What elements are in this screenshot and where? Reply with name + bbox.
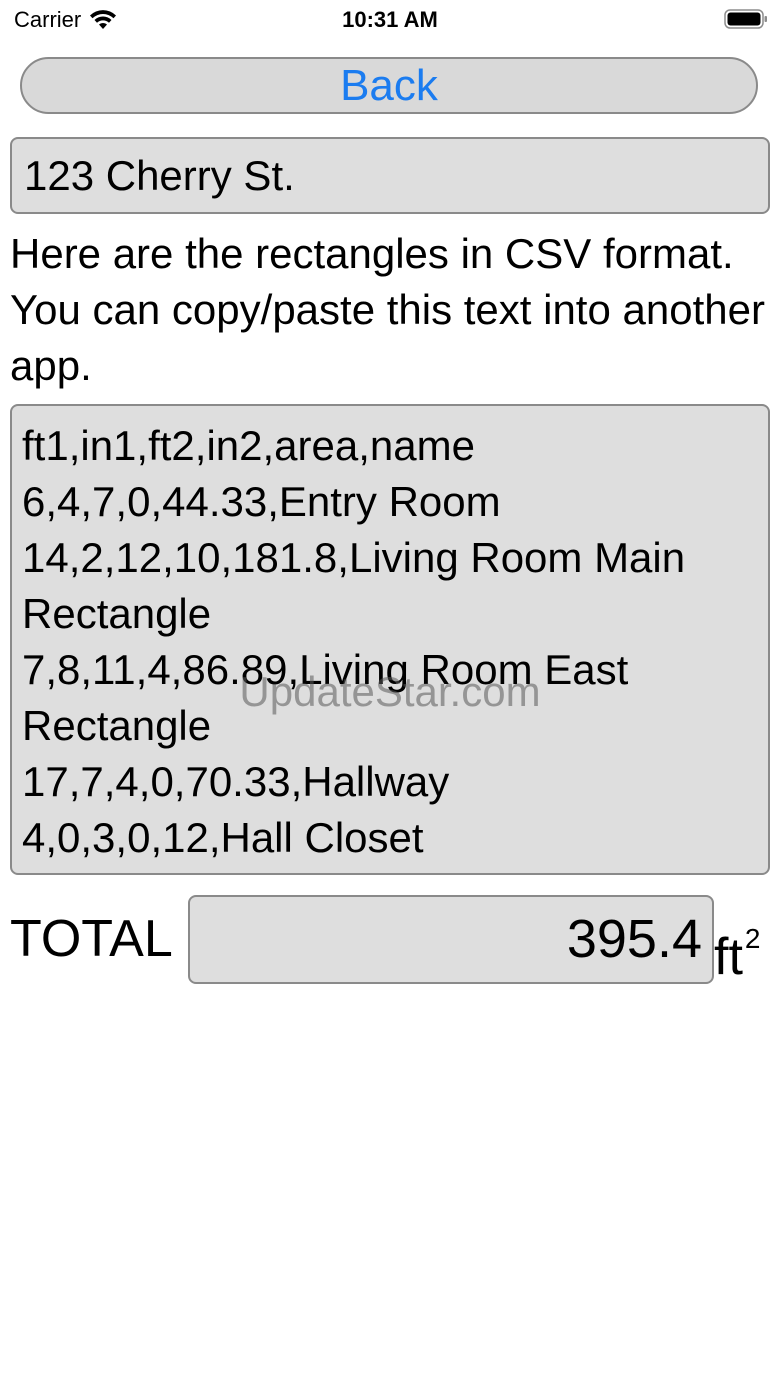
address-field[interactable]: 123 Cherry St. [10,137,770,214]
csv-line: 14,2,12,10,181.8,Living Room Main Rectan… [22,534,686,637]
status-time: 10:31 AM [342,7,438,32]
total-label: TOTAL [10,910,173,968]
battery-icon [724,9,767,29]
unit-label: ft [714,928,743,986]
csv-text-area[interactable]: ft1,in1,ft2,in2,area,name 6,4,7,0,44.33,… [10,404,770,875]
total-value-field[interactable]: 395.4 [188,895,714,984]
instructions-text: Here are the rectangles in CSV format. Y… [10,230,765,389]
status-bar: Carrier 10:31 AM [0,0,780,40]
csv-line: 17,7,4,0,70.33,Hallway [22,758,450,805]
csv-line: 4,0,3,0,12,Hall Closet [22,814,424,861]
back-button[interactable]: Back [20,57,758,114]
csv-line: 7,8,11,4,86.89,Living Room East Rectangl… [22,646,629,749]
csv-line: ft1,in1,ft2,in2,area,name [22,422,475,469]
csv-line: 6,4,7,0,44.33,Entry Room [22,478,501,525]
unit-exponent: 2 [744,923,761,954]
total-unit: ft2 [714,906,760,990]
